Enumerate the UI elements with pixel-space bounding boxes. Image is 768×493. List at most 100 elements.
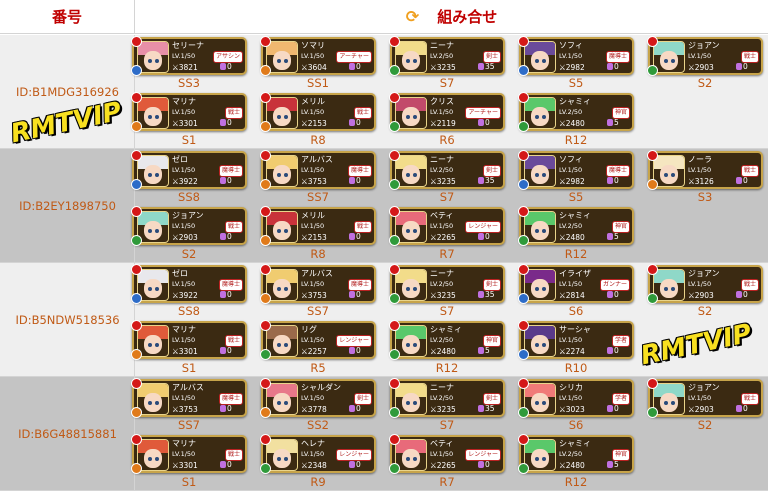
character-card[interactable]: ゼロ LV.1/50 魔導士 ⚔3922 0 <box>131 150 247 190</box>
character-power: ⚔3235 <box>430 63 456 72</box>
character-name: マリナ <box>172 439 196 448</box>
portrait-face <box>144 165 162 184</box>
gem-value: 5 <box>485 346 490 355</box>
portrait-eye <box>406 173 410 177</box>
character-card[interactable]: ジョアン LV.1/50 戦士 ⚔2903 0 <box>131 206 247 246</box>
character-power: ⚔2903 <box>688 405 714 414</box>
gem-icon <box>220 119 226 126</box>
character-level: LV.1/50 <box>172 222 196 230</box>
alert-badge-icon <box>647 264 658 275</box>
character-card[interactable]: ジョアン LV.1/50 戦士 ⚔2903 0 <box>647 264 763 304</box>
character-card[interactable]: アルバス LV.1/50 魔導士 ⚔3753 0 <box>260 264 376 304</box>
character-card[interactable]: シャミィ LV.2/50 神官 ⚔2480 5 <box>518 92 634 132</box>
element-badge-icon <box>389 65 400 76</box>
character-level: LV.1/50 <box>172 394 196 402</box>
character-level: LV.1/50 <box>688 280 712 288</box>
alert-badge-icon <box>389 206 400 217</box>
character-card[interactable]: シャミィ LV.2/50 神官 ⚔2480 5 <box>389 320 505 360</box>
gem-value: 0 <box>227 404 232 413</box>
gem-value: 0 <box>356 232 361 241</box>
character-name: ノーラ <box>688 155 712 164</box>
gem-icon <box>736 291 742 298</box>
character-card[interactable]: ジョアン LV.1/50 戦士 ⚔2903 0 <box>647 36 763 76</box>
power-value: 3023 <box>565 405 585 414</box>
gem-icon <box>478 233 484 240</box>
gem-count: 0 <box>220 62 232 71</box>
character-card[interactable]: シャミィ LV.2/50 神官 ⚔2480 5 <box>518 206 634 246</box>
alert-badge-icon <box>260 92 271 103</box>
portrait-face <box>660 393 678 412</box>
character-card[interactable]: イライザ LV.1/50 ガンナー ⚔2814 0 <box>518 264 634 304</box>
character-rank: S3 <box>697 190 713 204</box>
character-card[interactable]: ソマリ LV.1/50 アーチャー ⚔3604 0 <box>260 36 376 76</box>
character-level: LV.1/50 <box>301 222 325 230</box>
character-card[interactable]: マリナ LV.1/50 戦士 ⚔3301 0 <box>131 434 247 474</box>
character-level: LV.1/50 <box>301 336 325 344</box>
character-card[interactable]: アルバス LV.1/50 魔導士 ⚔3753 0 <box>260 150 376 190</box>
character-rank: R7 <box>439 247 455 261</box>
portrait-eye <box>406 401 410 405</box>
character-level: LV.1/50 <box>688 166 712 174</box>
character-level: LV.1/50 <box>301 280 325 288</box>
portrait-eye <box>671 173 675 177</box>
refresh-icon[interactable]: ⟳ <box>406 7 419 26</box>
character-name: アルバス <box>301 269 333 278</box>
character-card[interactable]: ノーラ LV.1/50 戦士 ⚔3126 0 <box>647 150 763 190</box>
power-value: 3301 <box>178 461 198 470</box>
character-card[interactable]: シャルダン LV.1/50 剣士 ⚔3778 0 <box>260 378 376 418</box>
gem-icon <box>607 233 613 240</box>
character-power: ⚔3821 <box>172 63 198 72</box>
character-level: LV.1/50 <box>301 394 325 402</box>
element-badge-icon <box>518 179 529 190</box>
portrait-face <box>144 393 162 412</box>
gem-value: 0 <box>485 118 490 127</box>
character-card[interactable]: ニーナ LV.2/50 剣士 ⚔3235 35 <box>389 378 505 418</box>
character-rank: S2 <box>181 247 197 261</box>
character-power: ⚔2480 <box>559 119 585 128</box>
character-card[interactable]: メリル LV.1/50 戦士 ⚔2153 0 <box>260 92 376 132</box>
character-level: LV.1/50 <box>172 280 196 288</box>
gem-value: 0 <box>485 460 490 469</box>
character-card[interactable]: ベティ LV.1/50 レンジャー ⚔2265 0 <box>389 206 505 246</box>
character-card[interactable]: ゼロ LV.1/50 魔導士 ⚔3922 0 <box>131 264 247 304</box>
account-id: ID:B2EY1898750 <box>19 199 116 213</box>
character-card[interactable]: ベティ LV.1/50 レンジャー ⚔2265 0 <box>389 434 505 474</box>
character-level: LV.1/50 <box>430 450 454 458</box>
character-card[interactable]: シャミィ LV.2/50 神官 ⚔2480 5 <box>518 434 634 474</box>
character-card[interactable]: メリル LV.1/50 戦士 ⚔2153 0 <box>260 206 376 246</box>
gem-count: 0 <box>349 118 361 127</box>
character-card[interactable]: ソフィ LV.1/50 魔導士 ⚔2982 0 <box>518 150 634 190</box>
gem-icon <box>220 461 226 468</box>
portrait-eye <box>148 173 152 177</box>
portrait-eye <box>413 59 417 63</box>
character-card[interactable]: マリナ LV.1/50 戦士 ⚔3301 0 <box>131 320 247 360</box>
gem-icon <box>607 461 613 468</box>
character-card[interactable]: リグ LV.1/50 レンジャー ⚔2257 0 <box>260 320 376 360</box>
character-card[interactable]: サーシャ LV.1/50 学者 ⚔2274 0 <box>518 320 634 360</box>
character-card[interactable]: ニーナ LV.2/50 剣士 ⚔3235 35 <box>389 150 505 190</box>
element-badge-icon <box>131 179 142 190</box>
character-rank: R8 <box>310 247 326 261</box>
character-name: ジョアン <box>172 211 204 220</box>
character-card[interactable]: マリナ LV.1/50 戦士 ⚔3301 0 <box>131 92 247 132</box>
character-card[interactable]: ジョアン LV.1/50 戦士 ⚔2903 0 <box>647 378 763 418</box>
gem-value: 0 <box>227 290 232 299</box>
character-level: LV.2/50 <box>430 52 454 60</box>
gem-icon <box>349 347 355 354</box>
portrait-eye <box>535 401 539 405</box>
character-level: LV.1/50 <box>559 52 583 60</box>
character-card[interactable]: ヘレナ LV.1/50 レンジャー ⚔2348 0 <box>260 434 376 474</box>
character-rank: SS3 <box>178 76 200 90</box>
character-rank: S1 <box>181 475 197 489</box>
character-card[interactable]: シリカ LV.1/50 学者 ⚔3023 0 <box>518 378 634 418</box>
character-card[interactable]: アルバス LV.1/50 魔導士 ⚔3753 0 <box>131 378 247 418</box>
character-card[interactable]: ソフィ LV.1/50 魔導士 ⚔2982 0 <box>518 36 634 76</box>
character-name: ソフィ <box>559 155 583 164</box>
character-name: ニーナ <box>430 383 454 392</box>
character-card[interactable]: ニーナ LV.2/50 剣士 ⚔3235 35 <box>389 36 505 76</box>
character-card[interactable]: セリーナ LV.1/50 アサシン ⚔3821 0 <box>131 36 247 76</box>
character-card[interactable]: ニーナ LV.2/50 剣士 ⚔3235 35 <box>389 264 505 304</box>
gem-icon <box>478 347 484 354</box>
character-card[interactable]: クリス LV.1/50 アーチャー ⚔2119 0 <box>389 92 505 132</box>
character-rank: R12 <box>564 133 588 147</box>
